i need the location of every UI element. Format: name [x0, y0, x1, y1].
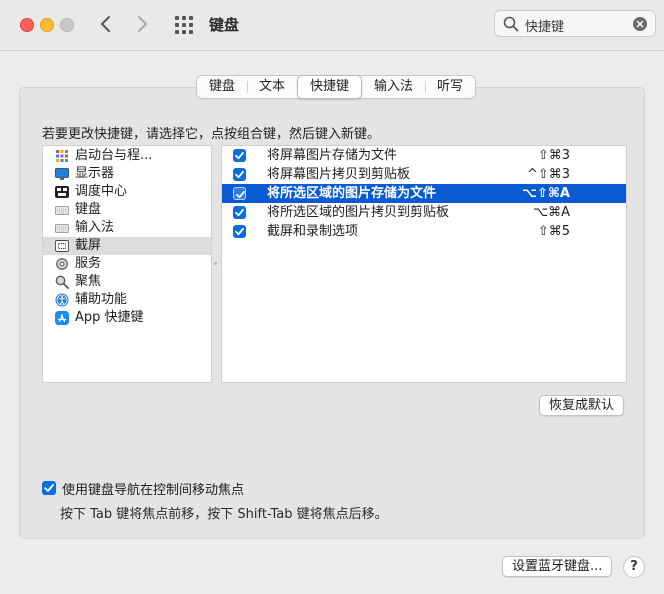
category-app-shortcuts[interactable]: App 快捷键 — [43, 309, 211, 327]
shortcut-label: 将屏幕图片存储为文件 — [267, 148, 398, 163]
category-input-sources[interactable]: 输入法 — [43, 219, 211, 237]
setup-bluetooth-keyboard-button[interactable]: 设置蓝牙键盘... — [502, 556, 613, 577]
input-method-icon — [55, 221, 69, 235]
shortcut-checkbox[interactable] — [233, 225, 246, 238]
category-label: 服务 — [75, 256, 102, 271]
window-title: 键盘 — [209, 16, 240, 34]
tab-dictation[interactable]: 听写 — [425, 76, 475, 98]
tab-bar: 键盘 文本 快捷键 输入法 听写 — [196, 75, 477, 99]
screenshot-icon — [55, 239, 69, 253]
category-label: App 快捷键 — [75, 310, 144, 325]
back-chevron-icon[interactable] — [94, 12, 118, 36]
shortcut-label: 将所选区域的图片存储为文件 — [267, 186, 437, 201]
tab-shortcuts[interactable]: 快捷键 — [297, 75, 363, 99]
keyboard-navigation-hint: 按下 Tab 键将焦点前移，按下 Shift-Tab 键将焦点后移。 — [60, 507, 388, 522]
category-accessibility[interactable]: 辅助功能 — [43, 291, 211, 309]
tab-keyboard[interactable]: 键盘 — [197, 76, 247, 98]
shortcut-checkbox[interactable] — [233, 168, 246, 181]
clear-search-icon[interactable] — [633, 17, 647, 31]
restore-defaults-button[interactable]: 恢复成默认 — [539, 395, 625, 416]
shortcut-label: 将屏幕图片拷贝到剪贴板 — [267, 167, 411, 182]
forward-chevron-icon[interactable] — [130, 12, 154, 36]
zoom-window-button[interactable] — [60, 18, 74, 32]
shortcut-list: 将屏幕图片存储为文件 ⇧⌘3 将屏幕图片拷贝到剪贴板 ^⇧⌘3 将所选区域的图片… — [221, 145, 627, 383]
shortcut-key-combo[interactable]: ⌥⌘A — [533, 203, 570, 222]
search-input[interactable]: 快捷键 — [525, 16, 564, 35]
category-mission-control[interactable]: 调度中心 — [43, 183, 211, 201]
shortcut-row-selected[interactable]: 将所选区域的图片存储为文件 ⌥⇧⌘A — [222, 184, 626, 203]
category-label: 显示器 — [75, 166, 115, 181]
shortcut-checkbox[interactable] — [233, 149, 246, 162]
shortcut-row[interactable]: 截屏和录制选项 ⇧⌘5 — [222, 222, 626, 241]
shortcut-label: 将所选区域的图片拷贝到剪贴板 — [267, 205, 450, 220]
search-field[interactable]: 快捷键 — [494, 10, 656, 37]
category-screenshots[interactable]: 截屏 — [43, 237, 211, 255]
category-label: 启动台与程... — [75, 148, 153, 163]
category-list: 启动台与程... 显示器 调度中心 键盘 输入法 截屏 服务 聚焦 辅助功能 A… — [42, 145, 212, 383]
help-button[interactable]: ? — [623, 556, 645, 578]
launchpad-icon — [55, 149, 69, 163]
search-icon — [503, 16, 519, 32]
shortcut-key-combo[interactable]: ^⇧⌘3 — [527, 165, 570, 184]
category-label: 截屏 — [75, 238, 102, 253]
category-label: 调度中心 — [75, 184, 128, 199]
keyboard-icon — [55, 203, 69, 217]
tab-input-sources[interactable]: 输入法 — [362, 76, 425, 98]
shortcut-row[interactable]: 将屏幕图片存储为文件 ⇧⌘3 — [222, 146, 626, 165]
display-icon — [55, 167, 69, 181]
category-label: 输入法 — [75, 220, 115, 235]
shortcut-key-combo[interactable]: ⇧⌘5 — [538, 222, 570, 241]
category-label: 辅助功能 — [75, 292, 128, 307]
category-display[interactable]: 显示器 — [43, 165, 211, 183]
shortcut-checkbox[interactable] — [233, 187, 246, 200]
accessibility-icon — [55, 293, 69, 307]
title-bar: 键盘 快捷键 — [0, 0, 664, 51]
app-store-icon — [55, 311, 69, 325]
instruction-text: 若要更改快捷键，请选择它，点按组合键，然后键入新键。 — [42, 127, 381, 142]
services-gear-icon — [55, 257, 69, 271]
shortcut-label: 截屏和录制选项 — [267, 224, 359, 239]
keyboard-navigation-label[interactable]: 使用键盘导航在控制间移动焦点 — [62, 479, 244, 498]
keyboard-navigation-checkbox[interactable] — [42, 481, 56, 495]
category-label: 键盘 — [75, 202, 102, 217]
category-launchpad[interactable]: 启动台与程... — [43, 147, 211, 165]
mission-control-icon — [55, 185, 69, 199]
shortcut-row[interactable]: 将屏幕图片拷贝到剪贴板 ^⇧⌘3 — [222, 165, 626, 184]
shortcut-key-combo[interactable]: ⇧⌘3 — [538, 146, 570, 165]
show-all-grid-icon[interactable] — [174, 15, 194, 35]
close-window-button[interactable] — [20, 18, 34, 32]
shortcut-row[interactable]: 将所选区域的图片拷贝到剪贴板 ⌥⌘A — [222, 203, 626, 222]
split-view-divider-handle[interactable] — [214, 262, 217, 265]
shortcut-key-combo[interactable]: ⌥⇧⌘A — [522, 184, 570, 203]
category-keyboard[interactable]: 键盘 — [43, 201, 211, 219]
category-spotlight[interactable]: 聚焦 — [43, 273, 211, 291]
category-services[interactable]: 服务 — [43, 255, 211, 273]
minimize-window-button[interactable] — [40, 18, 54, 32]
tab-text[interactable]: 文本 — [247, 76, 297, 98]
shortcut-checkbox[interactable] — [233, 206, 246, 219]
spotlight-icon — [55, 275, 69, 289]
category-label: 聚焦 — [75, 274, 102, 289]
